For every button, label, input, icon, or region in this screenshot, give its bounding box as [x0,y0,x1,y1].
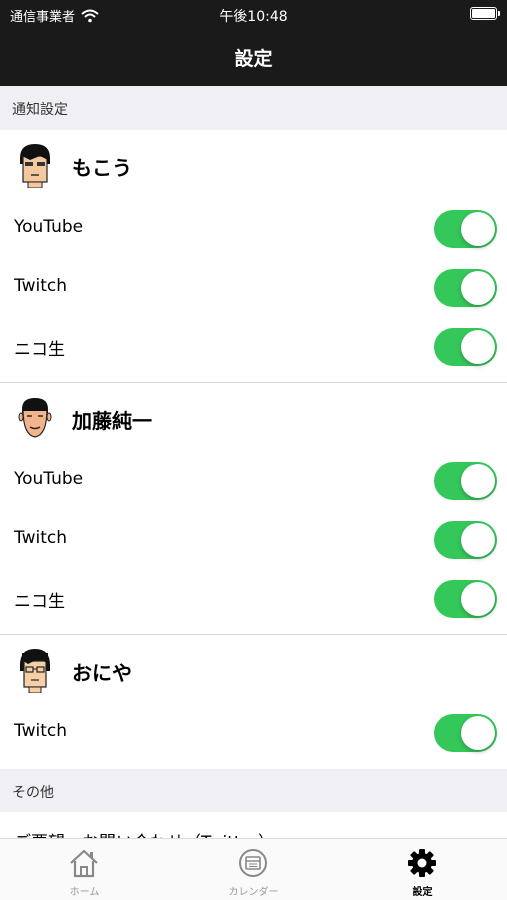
gear-icon [408,849,436,877]
tab-settings[interactable]: 設定 [338,839,507,900]
toggle-row: Twitch [0,703,507,762]
platform-label: Twitch [14,528,67,548]
battery-icon [470,7,500,20]
status-bar: 通信事業者 午後10:48 [0,0,507,28]
notification-toggle[interactable] [434,462,497,500]
platform-label: YouTube [14,217,84,237]
toggle-knob [461,212,495,246]
tab-home[interactable]: ホーム [0,839,169,900]
navigation-bar: 通信事業者 午後10:48 設定 [0,0,507,86]
person-header: 加藤純一 [0,383,507,453]
notification-toggle[interactable] [434,328,497,366]
avatar [18,398,52,438]
notification-toggle[interactable] [434,521,497,559]
person-group-oniya: おにや Twitch [0,635,507,769]
toggle-row: YouTube [0,451,507,510]
platform-label: ニコ生 [14,592,65,612]
person-group-mokou: もこう YouTube Twitch ニコ生 [0,130,507,382]
page-title: 設定 [234,48,273,70]
avatar [20,649,50,693]
platform-label: Twitch [14,276,67,296]
toggle-row: Twitch [0,258,507,317]
tab-calendar[interactable]: カレンダー [169,839,338,900]
platform-label: YouTube [14,469,84,489]
section-header-label: 通知設定 [12,102,68,118]
toggle-knob [461,464,495,498]
tab-label: カレンダー [228,887,279,898]
person-group-kato: 加藤純一 YouTube Twitch ニコ生 [0,383,507,634]
status-time: 午後10:48 [219,9,288,25]
tab-bar: ホーム カレンダー 設定 [0,838,507,900]
toggle-knob [461,523,495,557]
notification-toggle[interactable] [434,580,497,618]
notification-toggle[interactable] [434,210,497,248]
home-icon [70,849,98,878]
toggle-knob [461,716,495,750]
toggle-row: Twitch [0,510,507,569]
platform-label: ニコ生 [14,340,65,360]
toggle-row: ニコ生 [0,317,507,376]
tab-label: ホーム [69,887,100,898]
person-name: もこう [72,156,132,180]
tab-label: 設定 [412,887,433,898]
person-header: もこう [0,130,507,200]
notification-toggle[interactable] [434,714,497,752]
toggle-knob [461,582,495,616]
calendar-icon [239,849,267,877]
toggle-knob [461,330,495,364]
platform-label: Twitch [14,721,67,741]
toggle-row: ニコ生 [0,569,507,628]
toggle-knob [461,271,495,305]
section-header-notifications: 通知設定 [0,86,507,130]
person-name: 加藤純一 [72,409,152,433]
section-header-other: その他 [0,769,507,813]
person-header: おにや [0,635,507,705]
avatar [20,144,50,188]
section-header-label: その他 [12,785,54,801]
toggle-row: YouTube [0,199,507,258]
notification-toggle[interactable] [434,269,497,307]
person-name: おにや [72,661,132,685]
